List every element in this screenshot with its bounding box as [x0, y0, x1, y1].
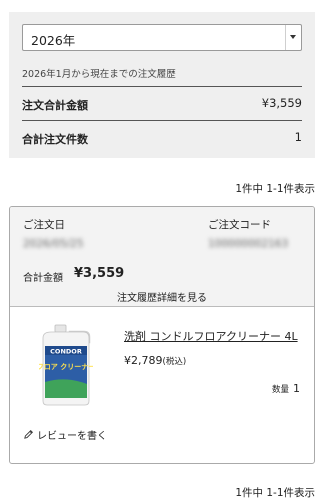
dropdown-toggle[interactable]	[285, 25, 301, 50]
history-range-note: 2026年1月から現在までの注文履歴	[22, 69, 176, 80]
year-select[interactable]: 2026年	[22, 24, 302, 51]
quantity-label: 数量	[271, 385, 289, 395]
total-orders-label: 合計注文件数	[22, 133, 88, 146]
product-image[interactable]: CONDOR フロア クリーナー	[39, 324, 93, 406]
summary-row-total-orders: 合計注文件数 1	[22, 120, 302, 154]
pagination-info-top: 1件中 1-1件表示	[235, 183, 315, 195]
order-code-value: 100000002163	[208, 238, 289, 250]
total-amount-value: ¥3,559	[261, 96, 302, 110]
order-total-label: 合計金額	[23, 273, 63, 284]
order-header: ご注文日 ご注文コード 2026/05/25 100000002163 合計金額…	[10, 207, 314, 307]
pencil-icon	[24, 430, 33, 439]
order-total-value: ¥3,559	[74, 266, 125, 281]
total-amount-label: 注文合計金額	[22, 99, 88, 112]
chevron-down-icon	[290, 35, 296, 39]
tax-note: (税込)	[162, 357, 187, 367]
pagination-info-bottom: 1件中 1-1件表示	[235, 487, 315, 499]
order-summary-panel: 2026年 2026年1月から現在までの注文履歴 注文合計金額 ¥3,559 合…	[9, 12, 315, 158]
product-image-brand: CONDOR	[50, 348, 82, 356]
order-date-label: ご注文日	[23, 219, 65, 231]
order-card: ご注文日 ご注文コード 2026/05/25 100000002163 合計金額…	[9, 206, 315, 464]
product-price: ¥2,789(税込)	[124, 354, 186, 367]
year-select-value: 2026年	[31, 33, 76, 48]
write-review-button[interactable]: レビューを書く	[23, 427, 107, 442]
order-detail-link[interactable]: 注文履歴詳細を見る	[10, 289, 314, 304]
product-image-label: フロア クリーナー	[39, 362, 93, 371]
product-price-value: ¥2,789	[124, 354, 163, 367]
quantity: 数量 1	[272, 382, 300, 395]
order-date-value: 2026/05/25	[23, 238, 84, 250]
summary-row-total-amount: 注文合計金額 ¥3,559	[22, 86, 302, 120]
order-code-label: ご注文コード	[208, 219, 271, 231]
quantity-value: 1	[293, 382, 300, 395]
product-name-link[interactable]: 洗剤 コンドルフロアクリーナー 4L	[124, 328, 298, 344]
write-review-label: レビューを書く	[37, 431, 107, 442]
total-orders-value: 1	[294, 130, 302, 144]
